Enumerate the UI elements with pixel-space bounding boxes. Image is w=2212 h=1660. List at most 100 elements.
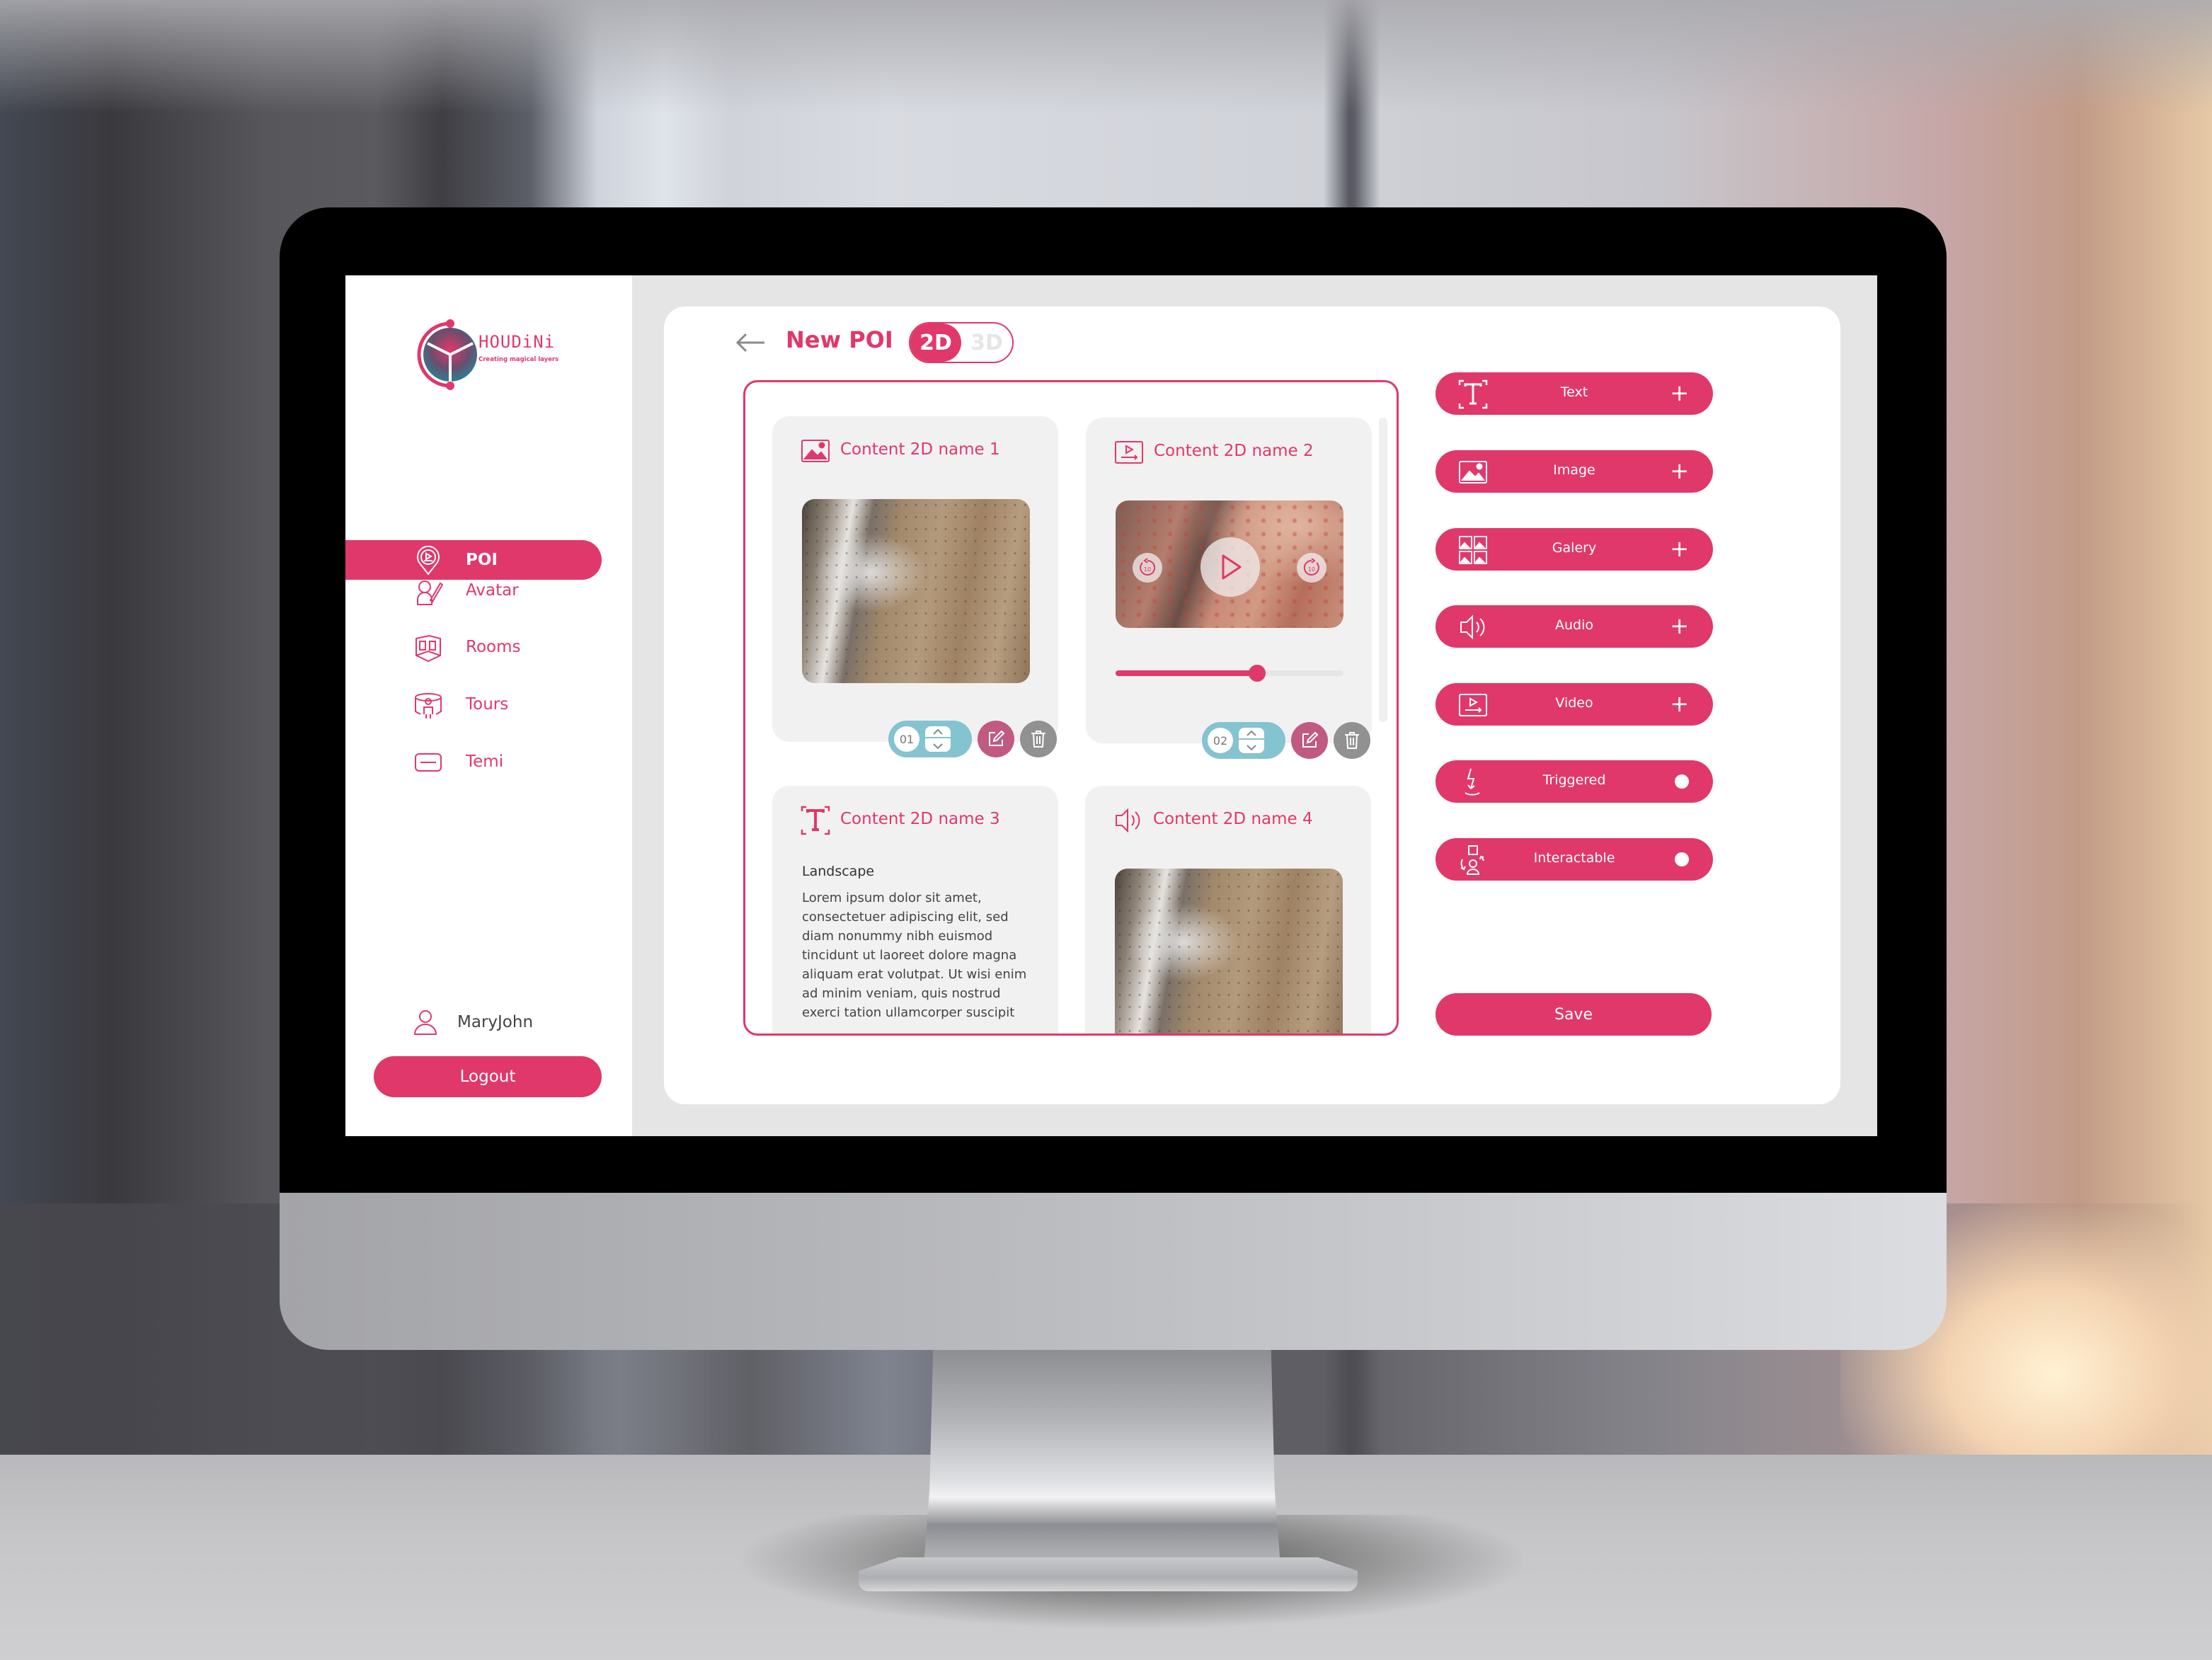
text-icon xyxy=(801,806,830,835)
video-icon xyxy=(1115,441,1143,464)
content-title: Content 2D name 1 xyxy=(840,440,1000,459)
content-scrollbar[interactable] xyxy=(1379,418,1387,722)
progress-fill xyxy=(1116,670,1257,676)
top-fade xyxy=(0,0,2212,113)
logout-button[interactable]: Logout xyxy=(374,1056,602,1097)
user-icon xyxy=(413,1010,437,1035)
plus-icon: + xyxy=(1670,379,1689,406)
rewind-10-icon: 10 xyxy=(1140,558,1156,576)
page-title: New POI xyxy=(786,326,893,353)
order-stepper[interactable]: 01 xyxy=(888,721,972,757)
interactable-toggle[interactable]: Interactable xyxy=(1435,838,1713,881)
add-video-button[interactable]: Video + xyxy=(1435,683,1713,726)
brand-logo[interactable]: HOUDiNi Creating magical layers xyxy=(413,316,569,394)
edit-icon xyxy=(989,730,1005,746)
toggle-option-3d[interactable]: 3D xyxy=(961,324,1012,362)
tool-label: Triggered xyxy=(1542,772,1606,788)
video-progress-slider[interactable] xyxy=(1116,665,1343,682)
trash-icon xyxy=(1345,732,1359,749)
order-stepper[interactable]: 02 xyxy=(1202,722,1285,759)
main-panel: New POI 2D 3D Content 2D name 1 01 Conte… xyxy=(664,307,1840,1104)
content-title: Content 2D name 3 xyxy=(840,810,1000,828)
plus-icon: + xyxy=(1670,612,1689,639)
content-image-thumbnail[interactable] xyxy=(802,499,1030,683)
sidebar-item-tours[interactable]: Tours xyxy=(345,685,602,724)
avatar-edit-icon xyxy=(417,580,443,605)
text-heading: Landscape xyxy=(802,864,875,879)
delete-button[interactable] xyxy=(1334,722,1370,759)
order-value: 02 xyxy=(1208,728,1233,753)
add-image-button[interactable]: Image + xyxy=(1435,450,1713,493)
skip-back-button[interactable]: 10 xyxy=(1133,553,1162,583)
play-button[interactable] xyxy=(1200,537,1260,597)
add-audio-button[interactable]: Audio + xyxy=(1435,605,1713,648)
play-icon xyxy=(1222,554,1242,580)
text-paragraph: Lorem ipsum dolor sit amet, consectetuer… xyxy=(802,891,1027,1020)
order-step-buttons[interactable] xyxy=(925,726,951,752)
username: MaryJohn xyxy=(457,1013,534,1031)
card-controls: 01 xyxy=(888,721,1057,757)
sidebar-item-label: POI xyxy=(466,551,498,569)
edit-button[interactable] xyxy=(978,721,1014,757)
sidebar: HOUDiNi Creating magical layers POI Avat… xyxy=(345,275,632,1136)
sidebar-item-rooms[interactable]: Rooms xyxy=(345,627,602,667)
chevron-down-icon[interactable] xyxy=(1239,741,1264,753)
sidebar-item-label: Rooms xyxy=(466,638,521,656)
content-card[interactable]: Content 2D name 1 01 xyxy=(772,416,1058,757)
edit-button[interactable] xyxy=(1291,722,1328,759)
edit-icon xyxy=(1302,731,1319,748)
sidebar-item-avatar[interactable]: Avatar xyxy=(345,571,602,610)
order-step-buttons[interactable] xyxy=(1239,728,1264,753)
content-card[interactable]: Content 2D name 3 Landscape Lorem ipsum … xyxy=(772,786,1058,1034)
app-screen: HOUDiNi Creating magical layers POI Avat… xyxy=(345,275,1877,1136)
skip-forward-button[interactable]: 10 xyxy=(1297,553,1326,583)
plus-icon: + xyxy=(1670,535,1689,562)
content-card[interactable]: Content 2D name 4 xyxy=(1085,786,1371,1034)
logo-mark-icon xyxy=(417,319,477,390)
content-card[interactable]: Content 2D name 2 10 10 02 xyxy=(1086,418,1372,759)
progress-knob[interactable] xyxy=(1248,665,1266,682)
order-value: 01 xyxy=(894,726,919,752)
content-title: Content 2D name 4 xyxy=(1153,810,1313,828)
plus-icon: + xyxy=(1670,457,1689,484)
dimension-toggle[interactable]: 2D 3D xyxy=(909,322,1014,363)
brand-name: HOUDiNi xyxy=(478,332,556,352)
chevron-up-icon[interactable] xyxy=(925,726,951,738)
user-profile[interactable]: MaryJohn xyxy=(413,1009,533,1036)
svg-text:10: 10 xyxy=(1144,566,1151,573)
chevron-up-icon[interactable] xyxy=(1239,728,1264,740)
rooms-icon xyxy=(416,634,441,663)
forward-10-icon: 10 xyxy=(1303,558,1319,576)
video-player[interactable]: 10 10 xyxy=(1116,500,1343,628)
sidebar-item-label: Tours xyxy=(466,695,509,714)
add-text-button[interactable]: Text + xyxy=(1435,372,1713,415)
card-controls: 02 xyxy=(1202,722,1370,759)
toggle-indicator[interactable] xyxy=(1675,852,1689,866)
text-content: Landscape Lorem ipsum dolor sit amet, co… xyxy=(802,862,1036,1022)
tool-label: Interactable xyxy=(1533,850,1615,866)
content-list[interactable]: Content 2D name 1 01 Content 2D name 2 1… xyxy=(743,380,1399,1036)
monitor-stand-neck xyxy=(922,1350,1282,1584)
toggle-indicator[interactable] xyxy=(1675,774,1689,789)
audio-icon xyxy=(1116,808,1140,833)
save-button[interactable]: Save xyxy=(1435,993,1712,1036)
image-icon xyxy=(801,440,830,462)
temi-icon xyxy=(415,753,442,772)
monitor-stand-foot xyxy=(859,1557,1358,1591)
chevron-down-icon[interactable] xyxy=(925,740,951,752)
sidebar-item-temi[interactable]: Temi xyxy=(345,742,602,782)
add-gallery-button[interactable]: Galery + xyxy=(1435,528,1713,571)
arrow-left-icon[interactable] xyxy=(735,332,766,353)
delete-button[interactable] xyxy=(1020,721,1057,757)
content-title: Content 2D name 2 xyxy=(1154,442,1314,460)
toggle-option-2d[interactable]: 2D xyxy=(910,324,961,362)
content-audio-cover[interactable] xyxy=(1115,869,1343,1034)
triggered-toggle[interactable]: Triggered xyxy=(1435,760,1713,803)
brand-tagline: Creating magical layers xyxy=(478,356,559,363)
trash-icon xyxy=(1031,731,1045,748)
monitor-chin xyxy=(280,1193,1947,1350)
sidebar-item-label: Avatar xyxy=(466,581,519,600)
sidebar-item-label: Temi xyxy=(466,752,504,771)
svg-text:10: 10 xyxy=(1308,566,1315,573)
plus-icon: + xyxy=(1670,690,1689,717)
